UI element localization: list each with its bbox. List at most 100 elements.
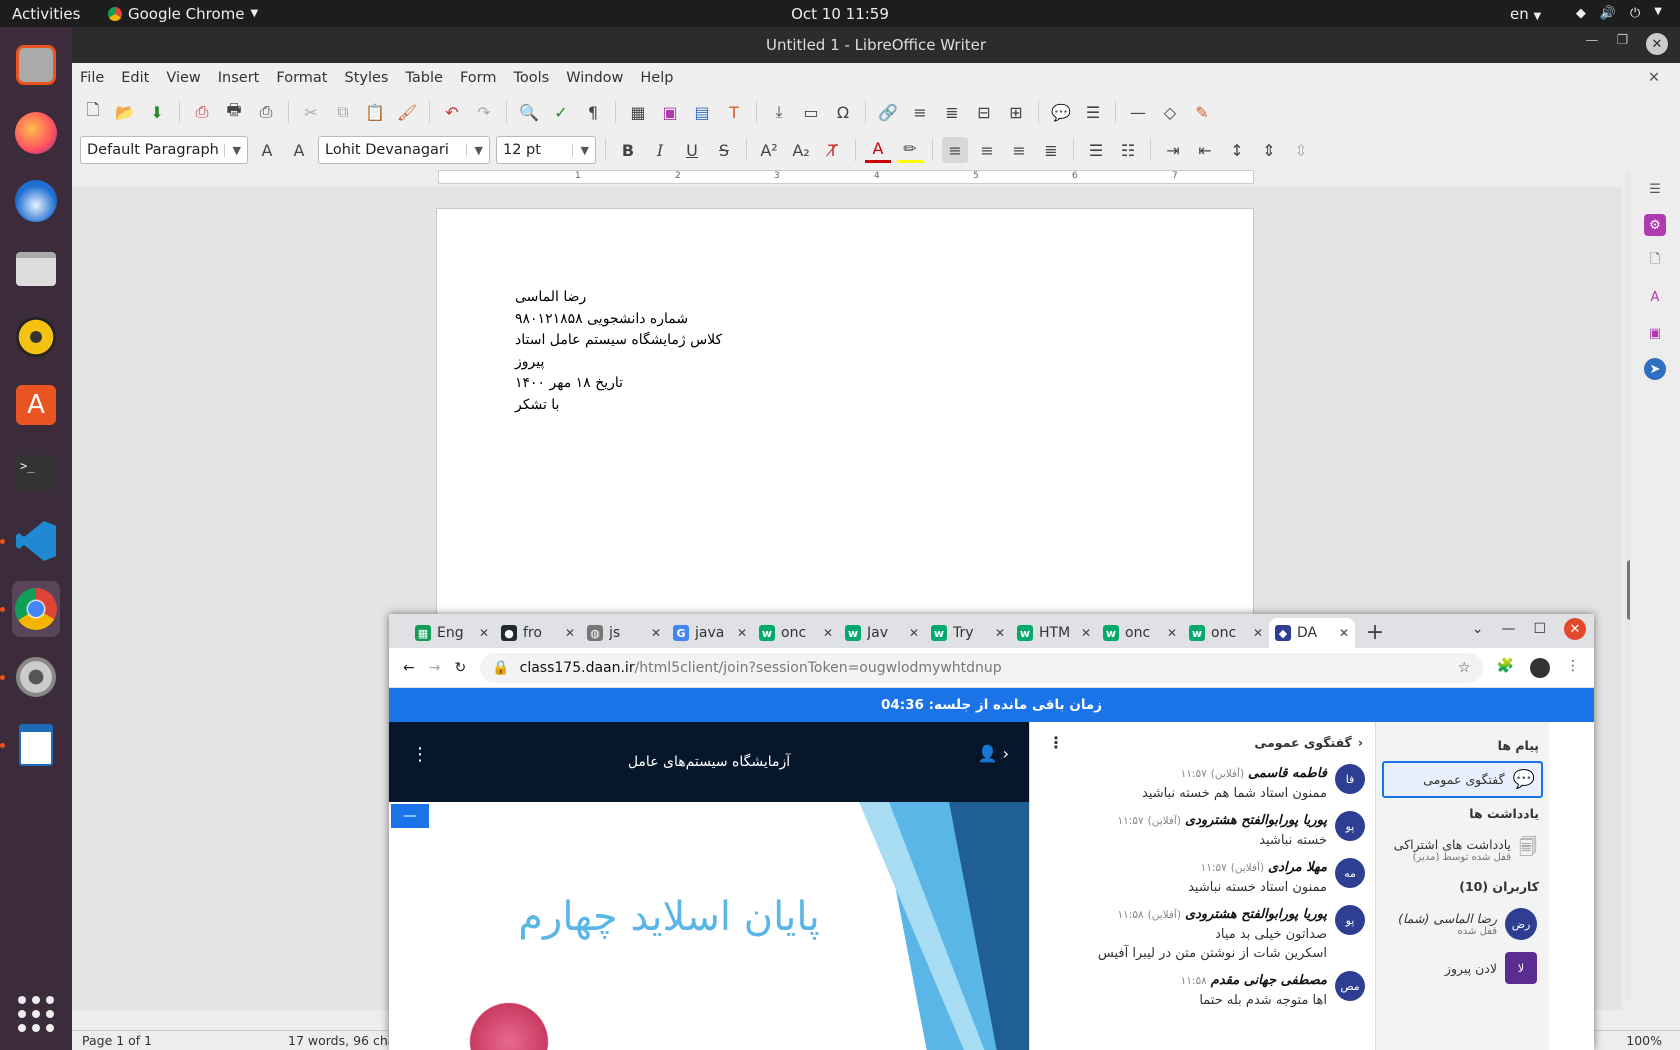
insert-line-icon[interactable]: — bbox=[1125, 99, 1151, 125]
forward-icon[interactable]: → bbox=[429, 660, 441, 676]
copy-icon[interactable]: ⧉ bbox=[330, 99, 356, 125]
minimize-button[interactable]: — bbox=[1585, 33, 1598, 55]
close-tab-icon[interactable]: ✕ bbox=[1167, 626, 1177, 640]
comment-icon[interactable]: 💬 bbox=[1048, 99, 1074, 125]
subscript-icon[interactable]: A₂ bbox=[788, 137, 814, 163]
justify-icon[interactable]: ≣ bbox=[1038, 137, 1064, 163]
close-button[interactable]: ✕ bbox=[1646, 33, 1668, 55]
sidebar-menu-icon[interactable]: ☰ bbox=[1644, 178, 1666, 200]
paragraph-spacing-icon[interactable]: ⇕ bbox=[1256, 137, 1282, 163]
menu-edit[interactable]: Edit bbox=[121, 70, 149, 86]
language-selector[interactable]: en ▼ bbox=[1510, 5, 1541, 23]
navigator-icon[interactable]: ➤ bbox=[1644, 358, 1666, 380]
tab[interactable]: w Jav ✕ bbox=[839, 618, 925, 648]
tab[interactable]: ◍ js ✕ bbox=[581, 618, 667, 648]
maximize-button[interactable]: ☐ bbox=[1533, 621, 1546, 637]
chevron-left-icon[interactable]: ‹ bbox=[1358, 735, 1363, 750]
dock-terminal[interactable]: >_ bbox=[12, 445, 60, 501]
tab-search-icon[interactable]: ⌄ bbox=[1472, 621, 1484, 637]
tab[interactable]: w onc ✕ bbox=[753, 618, 839, 648]
writer-titlebar[interactable]: Untitled 1 - LibreOffice Writer — ❐ ✕ bbox=[72, 27, 1680, 63]
menu-styles[interactable]: Styles bbox=[344, 70, 388, 86]
font-color-icon[interactable]: A bbox=[865, 137, 891, 163]
minimize-button[interactable]: — bbox=[1501, 621, 1515, 637]
maximize-button[interactable]: ❐ bbox=[1616, 33, 1628, 55]
endnote-icon[interactable]: ≣ bbox=[939, 99, 965, 125]
increase-indent-icon[interactable]: ⇥ bbox=[1160, 137, 1186, 163]
tab[interactable]: w Try ✕ bbox=[925, 618, 1011, 648]
new-document-icon[interactable]: 🗋 bbox=[80, 99, 106, 125]
horizontal-ruler[interactable]: 1 2 3 4 5 6 7 bbox=[438, 170, 1254, 184]
tab[interactable]: Gjava ✕ bbox=[667, 618, 753, 648]
tab[interactable]: ● fro ✕ bbox=[495, 618, 581, 648]
dock-writer[interactable] bbox=[0, 717, 60, 773]
new-style-icon[interactable]: A bbox=[286, 137, 312, 163]
special-character-icon[interactable]: Ω bbox=[830, 99, 856, 125]
page-count[interactable]: Page 1 of 1 bbox=[82, 1033, 152, 1048]
dock-vscode[interactable] bbox=[0, 513, 60, 569]
tab[interactable]: ◆ DA ✕ bbox=[1269, 618, 1355, 648]
underline-icon[interactable]: U bbox=[679, 137, 705, 163]
insert-field-icon[interactable]: ▭ bbox=[798, 99, 824, 125]
insert-table-icon[interactable]: ▦ bbox=[625, 99, 651, 125]
bold-icon[interactable]: B bbox=[615, 137, 641, 163]
gallery-icon[interactable]: ▣ bbox=[1644, 322, 1666, 344]
menu-kebab-icon[interactable]: ⋮ bbox=[1566, 658, 1580, 678]
dock-thunderbird[interactable] bbox=[12, 173, 60, 229]
menu-tools[interactable]: Tools bbox=[514, 70, 550, 86]
menu-format[interactable]: Format bbox=[276, 70, 327, 86]
spellcheck-icon[interactable]: ✓ bbox=[548, 99, 574, 125]
menu-form[interactable]: Form bbox=[460, 70, 497, 86]
shared-notes-item[interactable]: 🗐 یادداشت های اشتراکی قفل شده توسط (مدیر) bbox=[1382, 829, 1543, 871]
export-pdf-icon[interactable]: ⎙ bbox=[189, 99, 215, 125]
redo-icon[interactable]: ↷ bbox=[471, 99, 497, 125]
close-tab-icon[interactable]: ✕ bbox=[1339, 626, 1349, 640]
tab[interactable]: ▦ Eng ✕ bbox=[409, 618, 495, 648]
undo-icon[interactable]: ↶ bbox=[439, 99, 465, 125]
footnote-icon[interactable]: ≡ bbox=[907, 99, 933, 125]
extensions-icon[interactable]: 🧩 bbox=[1497, 658, 1514, 678]
cut-icon[interactable]: ✂ bbox=[298, 99, 324, 125]
tab[interactable]: w HTM ✕ bbox=[1011, 618, 1097, 648]
page-icon[interactable]: 🗋 bbox=[1644, 250, 1666, 272]
close-tab-icon[interactable]: ✕ bbox=[1081, 626, 1091, 640]
hyperlink-icon[interactable]: 🔗 bbox=[875, 99, 901, 125]
align-left-icon[interactable]: ≡ bbox=[942, 137, 968, 163]
update-style-icon[interactable]: A bbox=[254, 137, 280, 163]
track-changes-icon[interactable]: ☰ bbox=[1080, 99, 1106, 125]
menu-window[interactable]: Window bbox=[566, 70, 623, 86]
close-tab-icon[interactable]: ✕ bbox=[737, 626, 747, 640]
align-right-icon[interactable]: ≡ bbox=[1006, 137, 1032, 163]
italic-icon[interactable]: I bbox=[647, 137, 673, 163]
word-count[interactable]: 17 words, 96 cha bbox=[288, 1033, 395, 1048]
address-bar[interactable]: 🔒 class175.daan.ir/html5client/join?sess… bbox=[480, 652, 1483, 683]
show-applications-button[interactable] bbox=[14, 992, 58, 1036]
basic-shapes-icon[interactable]: ◇ bbox=[1157, 99, 1183, 125]
clone-formatting-icon[interactable]: 🖌 bbox=[394, 99, 420, 125]
activities-button[interactable]: Activities bbox=[12, 5, 80, 23]
close-document-icon[interactable]: ✕ bbox=[1648, 70, 1660, 86]
reload-icon[interactable]: ↻ bbox=[454, 660, 466, 676]
close-tab-icon[interactable]: ✕ bbox=[909, 626, 919, 640]
styles-icon[interactable]: A bbox=[1644, 286, 1666, 308]
bookmark-star-icon[interactable]: ☆ bbox=[1458, 660, 1471, 676]
menu-view[interactable]: View bbox=[166, 70, 200, 86]
menu-insert[interactable]: Insert bbox=[218, 70, 260, 86]
save-icon[interactable]: ⬇ bbox=[144, 99, 170, 125]
app-menu[interactable]: Google Chrome ▼ bbox=[108, 5, 258, 23]
dock-installer[interactable] bbox=[12, 37, 60, 93]
public-chat-item[interactable]: 💬 گفتگوی عمومی bbox=[1382, 761, 1543, 798]
menu-help[interactable]: Help bbox=[640, 70, 673, 86]
dock-firefox[interactable] bbox=[12, 105, 60, 161]
tab[interactable]: w onc ✕ bbox=[1097, 618, 1183, 648]
font-name-select[interactable]: Lohit Devanagari ▼ bbox=[318, 136, 490, 164]
menu-file[interactable]: File bbox=[80, 70, 104, 86]
open-folder-icon[interactable]: 📂 bbox=[112, 99, 138, 125]
close-tab-icon[interactable]: ✕ bbox=[565, 626, 575, 640]
insert-image-icon[interactable]: ▣ bbox=[657, 99, 683, 125]
user-item[interactable]: لا لادن پیروز bbox=[1382, 946, 1543, 990]
line-spacing-icon[interactable]: ↕ bbox=[1224, 137, 1250, 163]
align-center-icon[interactable]: ≡ bbox=[974, 137, 1000, 163]
back-icon[interactable]: ← bbox=[403, 660, 415, 676]
numbered-list-icon[interactable]: ☷ bbox=[1115, 137, 1141, 163]
